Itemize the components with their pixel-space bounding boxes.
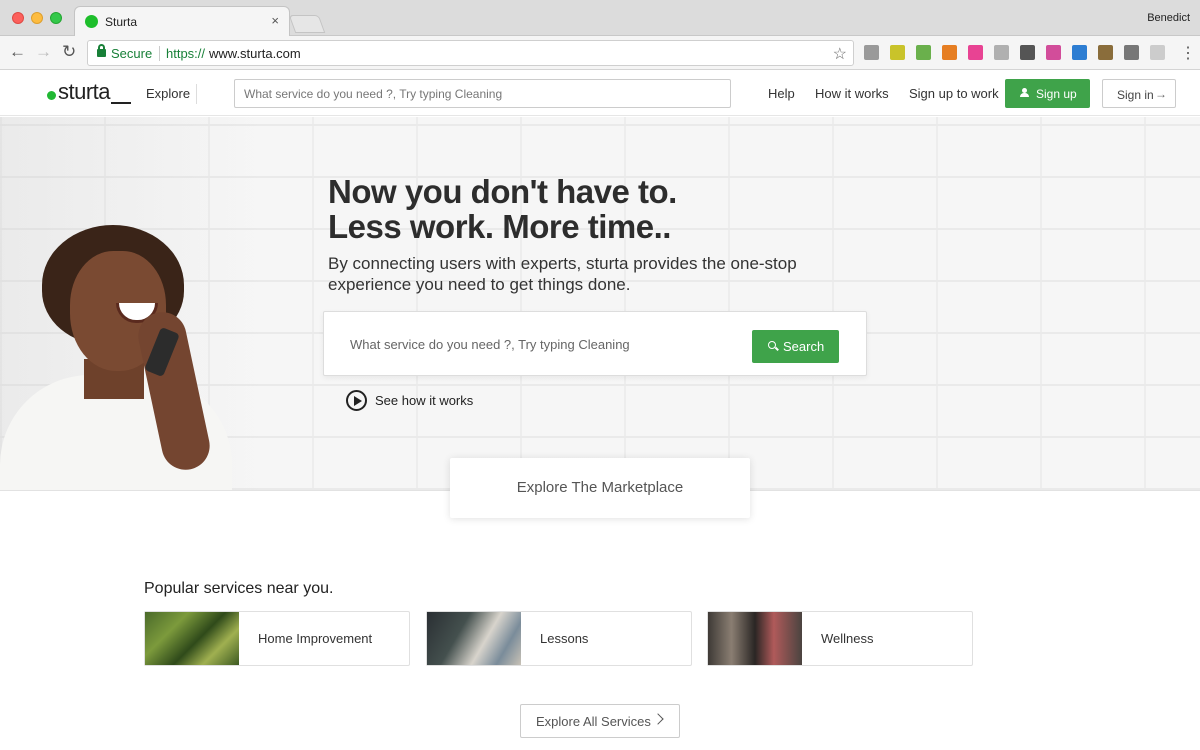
explore-all-services-button[interactable]: Explore All Services <box>520 704 680 738</box>
home-improvement-image <box>145 612 239 665</box>
forward-arrow-icon[interactable]: → <box>35 42 52 62</box>
sign-in-arrow-icon: → <box>1155 87 1167 101</box>
back-arrow-icon[interactable]: ← <box>9 42 26 62</box>
reload-icon[interactable]: ↻ <box>62 42 76 62</box>
wellness-image <box>708 612 802 665</box>
browser-extension-icon[interactable] <box>1020 45 1035 60</box>
browser-menu-icon[interactable]: ⋮ <box>1180 43 1196 63</box>
browser-extension-icon[interactable] <box>942 45 957 60</box>
explore-marketplace-label: Explore The Marketplace <box>516 479 684 496</box>
window-close-button[interactable] <box>12 12 24 24</box>
hero-title-line-2: Less work. More time.. <box>328 208 671 245</box>
hero-search-card: Search <box>323 311 867 376</box>
browser-extension-icon[interactable] <box>968 45 983 60</box>
popular-services-title: Popular services near you. <box>144 580 334 597</box>
hero-search-input[interactable] <box>340 326 740 362</box>
browser-tab[interactable]: Sturta × <box>74 6 290 36</box>
header-search-input[interactable] <box>234 79 731 108</box>
window-minimize-button[interactable] <box>31 12 43 24</box>
address-bar[interactable]: Secure https:// www.sturta.com ☆ <box>87 40 854 66</box>
search-button[interactable]: Search <box>752 330 839 363</box>
browser-toolbar: ← → ↻ Secure https:// www.sturta.com ☆ ⋮ <box>0 36 1200 70</box>
browser-extension-icon[interactable] <box>1072 45 1087 60</box>
site-header: sturta Explore Help How it works Sign up… <box>0 70 1200 116</box>
logo-underline <box>111 102 131 104</box>
logo-text: sturta <box>58 79 111 104</box>
browser-extension-icon[interactable] <box>1098 45 1113 60</box>
explore-marketplace-button[interactable]: Explore The Marketplace <box>450 458 750 518</box>
sign-up-label: Sign up <box>1036 87 1077 101</box>
hero-section: Now you don't have to. Less work. More t… <box>0 117 1200 491</box>
chevron-right-icon <box>652 713 664 725</box>
see-how-it-works-label: See how it works <box>375 393 474 408</box>
service-card-wellness[interactable]: Wellness <box>707 611 973 666</box>
sign-up-to-work-link[interactable]: Sign up to work <box>909 86 999 101</box>
search-button-label: Search <box>783 339 825 354</box>
browser-profile-name[interactable]: Benedict <box>1147 12 1190 24</box>
sign-in-button[interactable]: Sign in → <box>1102 79 1176 108</box>
explore-link[interactable]: Explore <box>146 86 190 101</box>
browser-extension-icon[interactable] <box>1150 45 1165 60</box>
search-icon <box>768 341 776 349</box>
url-scheme: https:// <box>166 46 206 61</box>
browser-extension-icon[interactable] <box>994 45 1009 60</box>
service-card-home-improvement[interactable]: Home Improvement <box>144 611 410 666</box>
sturta-favicon-icon <box>85 15 98 28</box>
play-icon <box>346 390 367 411</box>
hero-title-line-1: Now you don't have to. <box>328 173 677 210</box>
browser-extension-icon[interactable] <box>864 45 879 60</box>
new-tab-button[interactable] <box>288 15 326 33</box>
service-card-lessons[interactable]: Lessons <box>426 611 692 666</box>
service-label: Home Improvement <box>258 631 373 646</box>
explore-divider <box>196 84 197 104</box>
browser-titlebar: Sturta × Benedict <box>0 0 1200 36</box>
hero-subtitle: By connecting users with experts, sturta… <box>328 254 797 294</box>
hero-woman-on-phone-image <box>0 225 240 490</box>
browser-extension-icon[interactable] <box>1124 45 1139 60</box>
browser-extension-icon[interactable] <box>890 45 905 60</box>
logo-dot-icon <box>47 91 56 100</box>
url-host: www.sturta.com <box>209 46 301 61</box>
browser-extension-icon[interactable] <box>1046 45 1061 60</box>
service-label: Wellness <box>821 631 874 646</box>
bookmark-star-icon[interactable]: ☆ <box>833 44 847 64</box>
sign-up-button[interactable]: Sign up <box>1005 79 1090 108</box>
sign-in-label: Sign in <box>1117 88 1154 102</box>
how-it-works-link[interactable]: How it works <box>815 86 889 101</box>
explore-all-services-label: Explore All Services <box>536 714 651 729</box>
address-separator <box>159 46 160 61</box>
tab-title: Sturta <box>105 15 138 29</box>
window-maximize-button[interactable] <box>50 12 62 24</box>
lessons-image <box>427 612 521 665</box>
hero-title: Now you don't have to. Less work. More t… <box>328 174 677 244</box>
lock-icon <box>97 44 106 57</box>
secure-label: Secure <box>111 46 153 61</box>
tab-close-icon[interactable]: × <box>271 13 279 28</box>
service-label: Lessons <box>540 631 589 646</box>
user-icon <box>1020 88 1029 97</box>
browser-extension-icon[interactable] <box>916 45 931 60</box>
help-link[interactable]: Help <box>768 86 795 101</box>
